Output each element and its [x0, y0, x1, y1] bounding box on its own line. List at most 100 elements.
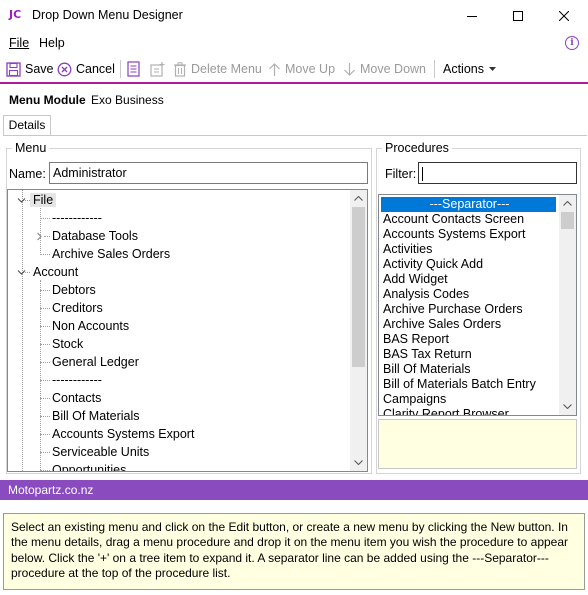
- procedure-item[interactable]: Add Widget: [381, 272, 448, 287]
- tree-connector: [40, 218, 50, 219]
- procedures-scrollbar[interactable]: [559, 195, 576, 415]
- tree-item-account[interactable]: Account: [33, 265, 78, 279]
- tree-item-general-ledger[interactable]: General Ledger: [52, 355, 139, 369]
- scroll-down-icon[interactable]: [350, 454, 367, 471]
- cancel-label: Cancel: [76, 62, 115, 76]
- module-row: Menu Module Exo Business: [0, 84, 588, 114]
- maximize-icon: [513, 10, 523, 21]
- tree-item-stock[interactable]: Stock: [52, 337, 83, 351]
- procedures-list[interactable]: ---Separator--- Account Contacts Screen Ac…: [378, 194, 577, 416]
- procedure-item[interactable]: Archive Sales Orders: [381, 317, 501, 332]
- move-down-button[interactable]: Move Down: [343, 57, 426, 81]
- procedure-item[interactable]: Activities: [381, 242, 432, 257]
- toolbar: Save Cancel Delete Menu Move Up Move Dow…: [0, 57, 588, 82]
- arrow-down-icon: [344, 62, 355, 76]
- text-caret: [422, 166, 423, 181]
- procedure-item[interactable]: Analysis Codes: [381, 287, 469, 302]
- tree-item-file[interactable]: File: [30, 193, 57, 207]
- actions-dropdown[interactable]: Actions: [443, 57, 496, 81]
- scroll-up-icon[interactable]: [350, 190, 367, 207]
- actions-label: Actions: [443, 62, 484, 76]
- filter-input[interactable]: [418, 162, 577, 184]
- info-icon[interactable]: i: [565, 36, 579, 50]
- list-icon: [127, 61, 140, 77]
- tree-item-bill-of-materials[interactable]: Bill Of Materials: [52, 409, 140, 423]
- delete-menu-button[interactable]: Delete Menu: [173, 57, 262, 81]
- new-menu-button[interactable]: [150, 57, 169, 81]
- tree-connector: [40, 398, 50, 399]
- toolbar-separator: [434, 60, 435, 78]
- menu-file-label: File: [9, 36, 30, 50]
- tree-scrollbar[interactable]: [350, 190, 367, 471]
- title-bar: JC Drop Down Menu Designer: [0, 0, 588, 31]
- tab-details[interactable]: Details: [3, 115, 51, 136]
- menu-help-label: Help: [39, 36, 65, 50]
- menu-bar: File Help: [0, 33, 588, 53]
- procedure-item[interactable]: Activity Quick Add: [381, 257, 483, 272]
- tree-connector: [40, 452, 50, 453]
- collapse-chevron-icon[interactable]: [17, 196, 26, 205]
- cancel-icon: [57, 62, 72, 76]
- new-item-icon: [150, 61, 165, 77]
- tree-item-accounts-systems-export[interactable]: Accounts Systems Export: [52, 427, 194, 441]
- tree-connector: [40, 380, 50, 381]
- procedures-group-title: Procedures: [382, 141, 452, 155]
- name-input[interactable]: [49, 162, 368, 184]
- tree-item-creditors[interactable]: Creditors: [52, 301, 103, 315]
- menu-tree[interactable]: File ------------ Database Tools Archive…: [7, 189, 368, 472]
- minimize-button[interactable]: [449, 0, 495, 31]
- tree-item-separator[interactable]: ------------: [52, 211, 102, 225]
- save-button[interactable]: Save: [6, 57, 54, 81]
- scroll-down-icon[interactable]: [559, 398, 576, 415]
- procedure-item[interactable]: Campaigns: [381, 392, 446, 407]
- delete-menu-label: Delete Menu: [191, 62, 262, 76]
- save-label: Save: [25, 62, 54, 76]
- procedure-item[interactable]: Clarity Report Browser: [381, 407, 509, 415]
- expand-chevron-icon[interactable]: [35, 232, 44, 241]
- cancel-button[interactable]: Cancel: [57, 57, 115, 81]
- tree-item-database-tools[interactable]: Database Tools: [52, 229, 138, 243]
- tree-connector: [40, 470, 50, 471]
- tree-connector: [22, 190, 23, 471]
- move-down-label: Move Down: [360, 62, 426, 76]
- tree-item-contacts[interactable]: Contacts: [52, 391, 101, 405]
- tree-item-archive-sales-orders[interactable]: Archive Sales Orders: [52, 247, 170, 261]
- scroll-up-icon[interactable]: [559, 195, 576, 212]
- tree-item-opportunities[interactable]: Opportunities: [52, 463, 126, 471]
- tree-item-serviceable-units[interactable]: Serviceable Units: [52, 445, 149, 459]
- minimize-icon: [467, 15, 477, 17]
- procedure-description-box: [378, 419, 577, 469]
- procedure-item-separator[interactable]: ---Separator---: [381, 197, 556, 212]
- tree-item-debtors[interactable]: Debtors: [52, 283, 96, 297]
- window-title: Drop Down Menu Designer: [32, 8, 183, 22]
- procedure-item[interactable]: BAS Tax Return: [381, 347, 472, 362]
- procedures-scroll-thumb[interactable]: [561, 212, 574, 229]
- move-up-button[interactable]: Move Up: [268, 57, 335, 81]
- collapse-chevron-icon[interactable]: [17, 268, 26, 277]
- procedure-item[interactable]: Archive Purchase Orders: [381, 302, 523, 317]
- toolbar-separator: [120, 60, 121, 78]
- tree-connector: [40, 416, 50, 417]
- procedure-item[interactable]: BAS Report: [381, 332, 449, 347]
- tree-connector: [40, 308, 50, 309]
- dropdown-arrow-icon: [489, 67, 496, 71]
- edit-menu-button[interactable]: [127, 57, 146, 81]
- procedure-item[interactable]: Account Contacts Screen: [381, 212, 524, 227]
- move-up-label: Move Up: [285, 62, 336, 76]
- procedure-item[interactable]: Accounts Systems Export: [381, 227, 525, 242]
- procedure-item[interactable]: Bill Of Materials: [381, 362, 471, 377]
- procedure-item[interactable]: Bill of Materials Batch Entry: [381, 377, 536, 392]
- maximize-button[interactable]: [495, 0, 541, 31]
- tree-connector: [40, 434, 50, 435]
- tree-connector: [40, 254, 50, 255]
- tree-item-separator[interactable]: ------------: [52, 373, 102, 387]
- tree-item-non-accounts[interactable]: Non Accounts: [52, 319, 129, 333]
- status-bar: Motopartz.co.nz: [0, 480, 588, 500]
- menu-help[interactable]: Help: [39, 36, 65, 50]
- tree-connector: [40, 344, 50, 345]
- close-button[interactable]: [541, 0, 587, 31]
- menu-file[interactable]: File: [9, 36, 29, 50]
- menu-module-value: Exo Business: [91, 93, 164, 107]
- menu-module-label: Menu Module: [9, 93, 86, 107]
- tree-scroll-thumb[interactable]: [352, 207, 365, 367]
